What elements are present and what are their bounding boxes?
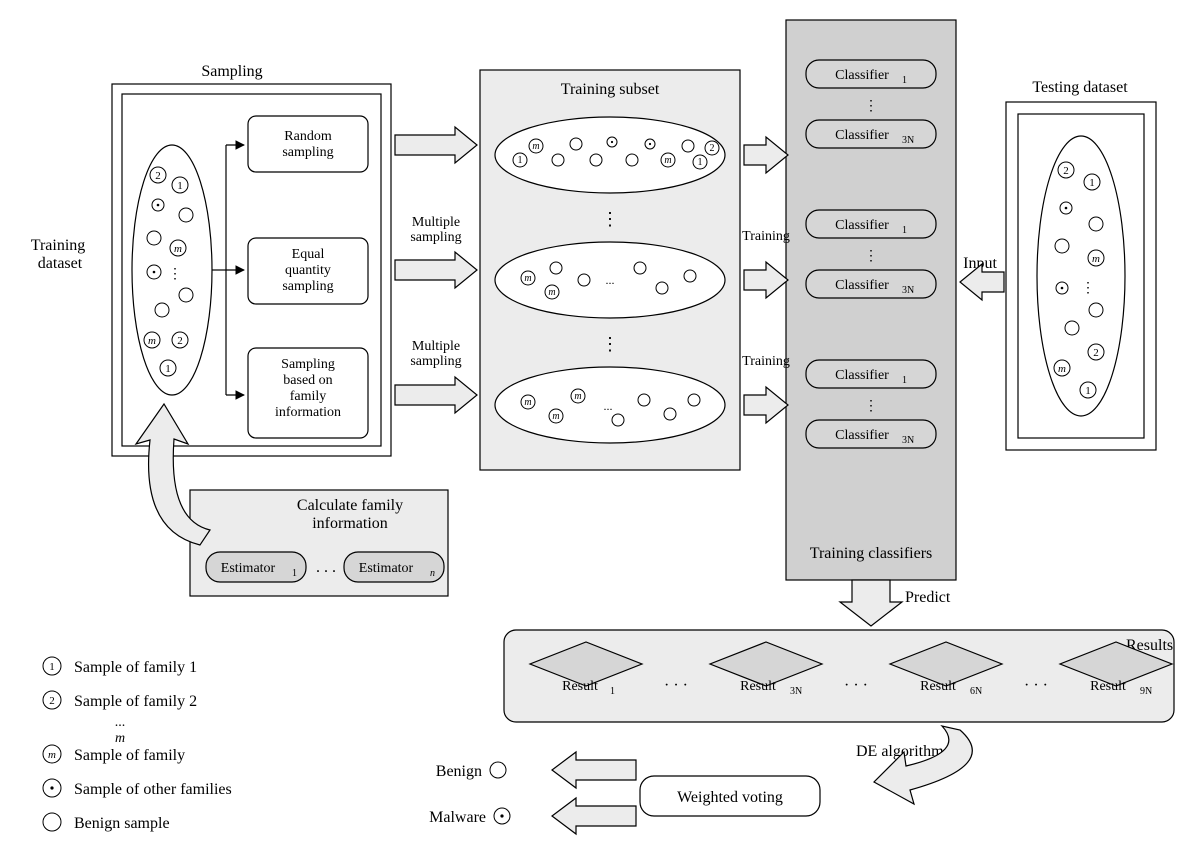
svg-text:· · ·: · · · [664,677,688,694]
svg-text:2: 2 [177,335,183,347]
svg-text:...: ... [115,715,126,730]
svg-text:m: m [532,141,539,152]
svg-text:Estimator: Estimator [221,561,276,576]
svg-text:m: m [524,397,531,408]
random-sampling-text: Randomsampling [282,129,333,160]
svg-text:2: 2 [1093,347,1099,359]
svg-text:⋮: ⋮ [864,99,878,114]
svg-text:Benign: Benign [436,763,482,780]
svg-text:Classifier: Classifier [835,278,889,293]
svg-text:· · ·: · · · [1024,677,1048,694]
calc-family-title: Calculate familyinformation [297,497,403,532]
svg-text:1: 1 [610,686,615,697]
svg-text:⋮: ⋮ [168,267,182,282]
subset-oval-3: m m m ... [495,367,725,443]
svg-text:Sample of family 1: Sample of family 1 [74,659,197,676]
svg-text:Training: Training [742,354,790,369]
svg-text:Classifier: Classifier [835,428,889,443]
svg-text:Classifier: Classifier [835,68,889,83]
svg-text:1: 1 [902,75,907,86]
svg-text:1: 1 [1085,385,1091,397]
svg-text:6N: 6N [970,686,982,697]
svg-text:n: n [430,568,435,579]
benign-arrow [552,752,636,788]
svg-text:m: m [148,335,156,347]
svg-text:⋮: ⋮ [1081,281,1095,296]
svg-text:⋮: ⋮ [864,399,878,414]
testing-oval [1037,136,1125,416]
legend: 1 Sample of family 1 2 Sample of family … [43,657,232,832]
svg-text:m: m [574,391,581,402]
arrow-samp-3 [395,377,477,413]
svg-text:1: 1 [165,363,171,375]
svg-text:⋮: ⋮ [864,249,878,264]
svg-text:Classifier: Classifier [835,218,889,233]
arrow-samp-2 [395,252,477,288]
svg-text:Classifier: Classifier [835,368,889,383]
svg-text:3N: 3N [790,686,802,697]
svg-text:. . .: . . . [316,559,336,576]
training-subset-title: Training subset [561,81,660,98]
svg-text:m: m [1058,363,1066,375]
svg-text:⋮: ⋮ [601,334,619,354]
malware-arrow [552,798,636,834]
svg-text:Weighted voting: Weighted voting [677,789,783,806]
svg-text:m: m [548,287,555,298]
svg-text:m: m [524,273,531,284]
svg-text:...: ... [604,399,613,413]
svg-text:1: 1 [902,225,907,236]
training-dataset-label: Training dataset [31,237,90,272]
random-sampling-box [248,116,368,172]
sampling-title: Sampling [201,63,262,80]
svg-text:Multiplesampling: Multiplesampling [410,339,461,369]
svg-text:m: m [664,155,671,166]
subset-oval-2: m m ... [495,242,725,318]
svg-text:2: 2 [1063,165,1069,177]
svg-text:3N: 3N [902,435,914,446]
testing-dataset-title: Testing dataset [1032,79,1128,96]
svg-text:Estimator: Estimator [359,561,414,576]
svg-text:m: m [115,731,125,746]
svg-text:2: 2 [155,170,161,182]
svg-text:m: m [1092,253,1100,265]
svg-text:Result: Result [920,679,956,694]
arrow-samp-1 [395,127,477,163]
svg-text:1: 1 [177,180,183,192]
diagram-root: ① Training classifiers Predict Sampling … [0,0,1194,846]
de-arrow [874,726,972,804]
svg-text:m: m [552,411,559,422]
svg-text:1: 1 [292,568,297,579]
svg-text:Classifier: Classifier [835,128,889,143]
svg-text:· · ·: · · · [844,677,868,694]
svg-text:Sample of family 2: Sample of family 2 [74,693,197,710]
svg-text:Result: Result [740,679,776,694]
svg-text:Sample of other families: Sample of other families [74,781,232,798]
svg-text:2: 2 [49,695,55,707]
svg-text:⋮: ⋮ [601,209,619,229]
svg-text:3N: 3N [902,285,914,296]
svg-text:m: m [174,243,182,255]
svg-text:3N: 3N [902,135,914,146]
svg-text:2: 2 [710,143,715,154]
svg-text:Malware: Malware [429,809,486,826]
predict-arrow [840,580,902,626]
svg-text:1: 1 [518,155,523,166]
svg-text:m: m [48,749,56,761]
svg-text:Benign sample: Benign sample [74,815,170,832]
training-classifiers-label: Training classifiers [810,545,933,562]
svg-text:Multiplesampling: Multiplesampling [410,215,461,245]
benign-symbol [490,762,506,778]
svg-text:Result: Result [562,679,598,694]
svg-text:1: 1 [698,157,703,168]
svg-text:Training: Training [742,229,790,244]
svg-text:Result: Result [1090,679,1126,694]
svg-text:1: 1 [902,375,907,386]
predict-label: Predict [905,589,951,606]
svg-text:Sample of family: Sample of family [74,747,185,764]
svg-text:...: ... [606,273,615,287]
subset-oval-1: 1 m m 1 2 [495,117,725,193]
svg-text:9N: 9N [1140,686,1152,697]
svg-text:1: 1 [1089,177,1095,189]
svg-text:1: 1 [49,661,55,673]
